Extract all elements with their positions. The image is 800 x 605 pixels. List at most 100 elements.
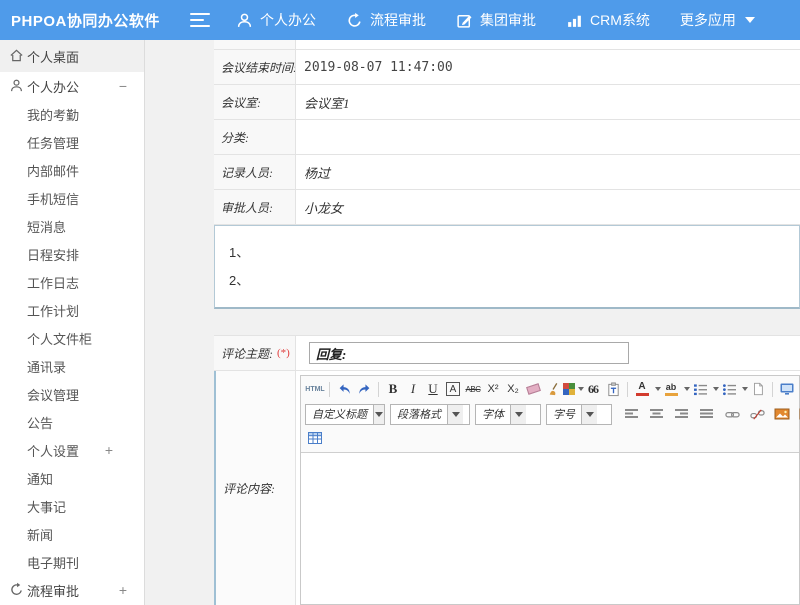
home-icon — [9, 48, 25, 64]
note-line: 1、 — [229, 239, 799, 267]
font-size-select[interactable]: 字号 — [546, 404, 612, 425]
sidebar-item-personal-desktop[interactable]: 个人桌面 — [0, 40, 144, 72]
select-caret-icon[interactable] — [510, 405, 526, 424]
sidebar-item-news[interactable]: 新闻 — [0, 520, 144, 548]
expand-toggle[interactable]: + — [102, 442, 116, 458]
sidebar-item-work-plan[interactable]: 工作计划 — [0, 296, 144, 324]
nav-label: CRM系统 — [590, 10, 650, 30]
superscript-button[interactable]: X² — [483, 379, 503, 399]
new-page-icon[interactable] — [748, 379, 768, 399]
unordered-list-icon[interactable] — [719, 379, 739, 399]
hamburger-menu-icon[interactable] — [190, 13, 210, 27]
strikethrough-button[interactable]: ABC — [463, 379, 483, 399]
sidebar-item-e-journal[interactable]: 电子期刊 — [0, 548, 144, 576]
select-caret-icon[interactable] — [581, 405, 597, 424]
comment-subject-row: 评论主题: (*) — [214, 335, 800, 371]
sidebar-item-notice[interactable]: 通知 — [0, 464, 144, 492]
main-content: 会议结束时间: 2019-08-07 11:47:00 会议室: 会议室1 分类… — [145, 40, 800, 605]
nav-label: 集团审批 — [480, 10, 536, 30]
sidebar-item-personal-files[interactable]: 个人文件柜 — [0, 324, 144, 352]
sidebar-item-major-events[interactable]: 大事记 — [0, 492, 144, 520]
quickformat-icon[interactable] — [563, 379, 583, 399]
field-label: 分类: — [214, 120, 296, 154]
sidebar-item-workflow-approval[interactable]: 流程审批 + — [0, 576, 144, 604]
ordered-list-icon[interactable] — [690, 379, 710, 399]
field-value: 杨过 — [296, 155, 800, 189]
sidebar-item-contacts[interactable]: 通讯录 — [0, 352, 144, 380]
subscript-button[interactable]: X₂ — [503, 379, 523, 399]
table-row-partial — [214, 40, 800, 50]
table-row-meeting-end-time: 会议结束时间: 2019-08-07 11:47:00 — [214, 50, 800, 85]
field-label: 会议结束时间: — [214, 50, 296, 84]
fullscreen-icon[interactable] — [777, 379, 797, 399]
table-row-category: 分类: — [214, 120, 800, 155]
link-icon[interactable] — [722, 404, 742, 424]
editor-content-area[interactable] — [301, 453, 799, 604]
editor-toolbar: HTML B I U — [301, 376, 799, 453]
table-row-recorder: 记录人员: 杨过 — [214, 155, 800, 190]
field-value: 小龙女 — [296, 190, 800, 224]
paste-icon[interactable] — [603, 379, 623, 399]
nav-group-approval[interactable]: 集团审批 — [456, 10, 536, 30]
nav-label: 流程审批 — [370, 10, 426, 30]
person-icon — [236, 12, 253, 29]
sidebar-item-internal-mail[interactable]: 内部邮件 — [0, 156, 144, 184]
underline-button[interactable]: U — [423, 379, 443, 399]
font-box-button[interactable]: A — [443, 379, 463, 399]
nav-more-apps[interactable]: 更多应用 — [680, 10, 755, 30]
redo-icon[interactable] — [354, 379, 374, 399]
comment-subject-label: 评论主题: (*) — [214, 336, 296, 370]
sidebar-item-sms[interactable]: 手机短信 — [0, 184, 144, 212]
sidebar-item-meeting-management[interactable]: 会议管理 — [0, 380, 144, 408]
sidebar-item-work-log[interactable]: 工作日志 — [0, 268, 144, 296]
cycle-icon — [346, 12, 363, 29]
expand-toggle[interactable]: + — [116, 582, 130, 598]
italic-button[interactable]: I — [403, 379, 423, 399]
cycle-icon — [9, 582, 25, 598]
brush-icon[interactable] — [543, 379, 563, 399]
image-icon[interactable] — [772, 404, 792, 424]
note-line: 2、 — [229, 267, 799, 295]
eraser-icon[interactable] — [523, 379, 543, 399]
unlink-icon[interactable] — [747, 404, 767, 424]
undo-icon[interactable] — [334, 379, 354, 399]
hilitecolor-button[interactable]: ab — [661, 379, 681, 399]
nav-crm-system[interactable]: CRM系统 — [566, 10, 650, 30]
custom-heading-select[interactable]: 自定义标题 — [305, 404, 385, 425]
top-nav: 个人办公 流程审批 集团审批 CRM系统 更多应用 — [236, 10, 755, 30]
nav-label: 个人办公 — [260, 10, 316, 30]
align-justify-icon[interactable] — [697, 404, 717, 424]
blockquote-button[interactable]: 66 — [583, 379, 603, 399]
select-caret-icon[interactable] — [447, 405, 463, 424]
nav-label: 更多应用 — [680, 10, 736, 30]
align-right-icon[interactable] — [672, 404, 692, 424]
paragraph-format-select[interactable]: 段落格式 — [390, 404, 470, 425]
sidebar-item-short-message[interactable]: 短消息 — [0, 212, 144, 240]
table-icon[interactable] — [305, 428, 325, 448]
sidebar-item-personal-settings[interactable]: 个人设置 + — [0, 436, 144, 464]
field-value: 会议室1 — [296, 85, 800, 119]
select-caret-icon[interactable] — [373, 405, 384, 424]
sidebar-item-my-attendance[interactable]: 我的考勤 — [0, 100, 144, 128]
person-icon — [9, 78, 25, 94]
field-label: 审批人员: — [214, 190, 296, 224]
bold-button[interactable]: B — [383, 379, 403, 399]
html-source-button[interactable]: HTML — [305, 379, 325, 399]
font-family-select[interactable]: 字体 — [475, 404, 541, 425]
forecolor-button[interactable]: A — [632, 379, 652, 399]
table-row-approver: 审批人员: 小龙女 — [214, 190, 800, 225]
comment-subject-input[interactable] — [309, 342, 629, 364]
meeting-detail-form: 会议结束时间: 2019-08-07 11:47:00 会议室: 会议室1 分类… — [214, 40, 800, 605]
align-left-icon[interactable] — [622, 404, 642, 424]
edit-icon — [456, 12, 473, 29]
comment-content-label: 评论内容: — [216, 371, 296, 605]
sidebar-item-schedule[interactable]: 日程安排 — [0, 240, 144, 268]
nav-workflow-approval[interactable]: 流程审批 — [346, 10, 426, 30]
collapse-toggle[interactable]: − — [116, 78, 130, 94]
field-label: 会议室: — [214, 85, 296, 119]
sidebar-item-announcement[interactable]: 公告 — [0, 408, 144, 436]
sidebar-item-task-management[interactable]: 任务管理 — [0, 128, 144, 156]
align-center-icon[interactable] — [647, 404, 667, 424]
nav-personal-office[interactable]: 个人办公 — [236, 10, 316, 30]
sidebar-item-personal-office[interactable]: 个人办公 − — [0, 72, 144, 100]
